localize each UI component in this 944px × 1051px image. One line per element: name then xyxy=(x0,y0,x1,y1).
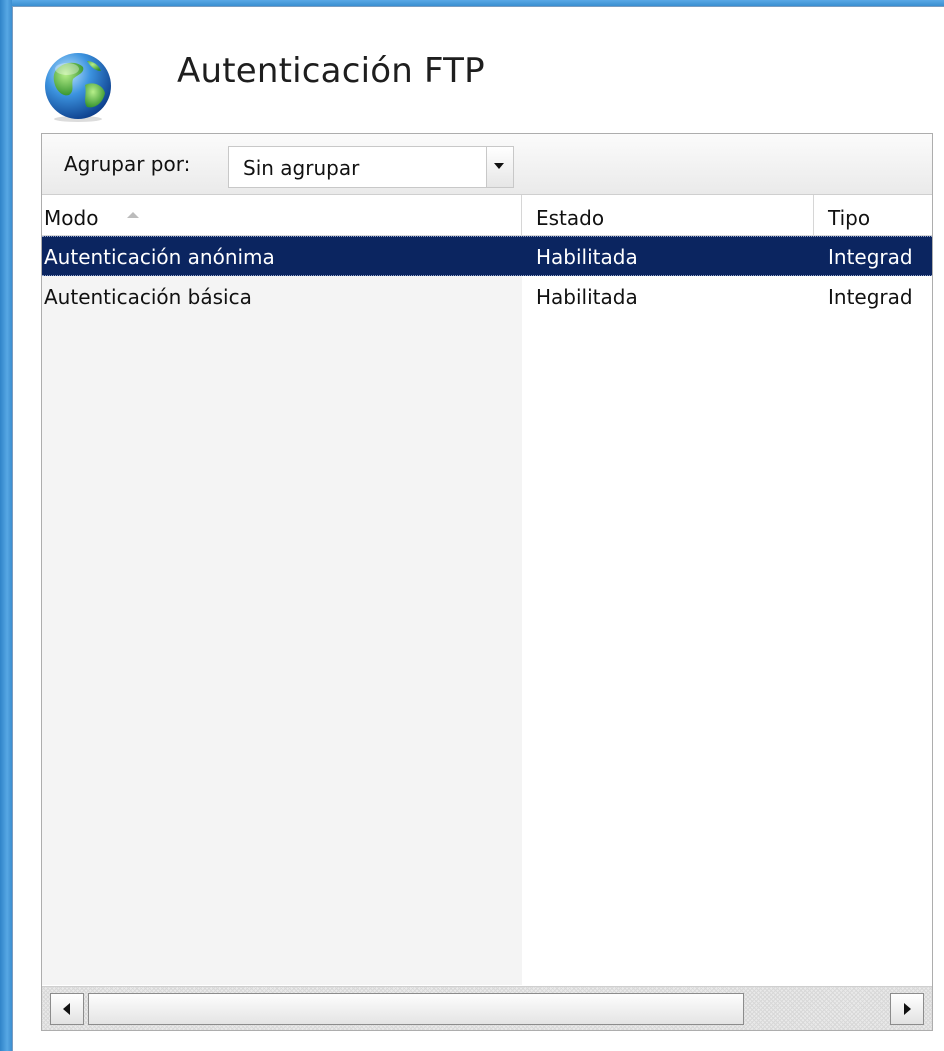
column-header-tipo[interactable]: Tipo xyxy=(814,195,932,235)
group-by-dropdown-button[interactable] xyxy=(486,147,513,187)
group-by-value: Sin agrupar xyxy=(243,156,360,180)
column-header-label: Modo xyxy=(44,206,99,230)
column-header-estado[interactable]: Estado xyxy=(522,195,814,235)
page-title: Autenticación FTP xyxy=(177,51,485,91)
cell-modo: Autenticación básica xyxy=(44,285,252,309)
chevron-down-icon xyxy=(494,163,504,169)
table-row-autenticacion-anonima[interactable]: Autenticación anónima Habilitada Integra… xyxy=(42,236,932,276)
scroll-left-button[interactable] xyxy=(50,993,84,1025)
cell-tipo: Integrad xyxy=(828,285,913,309)
column-header-label: Tipo xyxy=(828,206,871,230)
scroll-right-button[interactable] xyxy=(890,993,924,1025)
page-header: Autenticación FTP xyxy=(41,43,921,123)
group-by-dropdown[interactable]: Sin agrupar xyxy=(228,146,514,188)
column-header-label: Estado xyxy=(536,206,605,230)
table-row-autenticacion-basica[interactable]: Autenticación básica Habilitada Integrad xyxy=(42,276,932,316)
authentication-list-panel: Agrupar por: Sin agrupar Modo Estado Tip… xyxy=(41,133,933,1031)
arrow-right-icon xyxy=(904,1003,911,1015)
cell-modo: Autenticación anónima xyxy=(44,245,275,269)
horizontal-scrollbar[interactable] xyxy=(42,986,932,1030)
feature-pane: Autenticación FTP Agrupar por: Sin agrup… xyxy=(12,6,944,1051)
cell-tipo: Integrad xyxy=(828,245,913,269)
globe-icon xyxy=(45,53,111,122)
authentication-table: Modo Estado Tipo Autenticación anónima H… xyxy=(42,195,932,985)
group-by-label: Agrupar por: xyxy=(64,152,191,176)
table-header-row: Modo Estado Tipo xyxy=(42,195,932,236)
scrollbar-thumb[interactable] xyxy=(88,993,744,1025)
column-header-modo[interactable]: Modo xyxy=(42,195,522,235)
sorted-column-background xyxy=(42,236,522,985)
group-by-toolbar: Agrupar por: Sin agrupar xyxy=(42,134,932,195)
arrow-left-icon xyxy=(63,1003,70,1015)
desktop-left-edge xyxy=(0,0,12,1051)
cell-estado: Habilitada xyxy=(536,285,638,309)
cell-estado: Habilitada xyxy=(536,245,638,269)
sort-ascending-icon xyxy=(127,212,139,218)
